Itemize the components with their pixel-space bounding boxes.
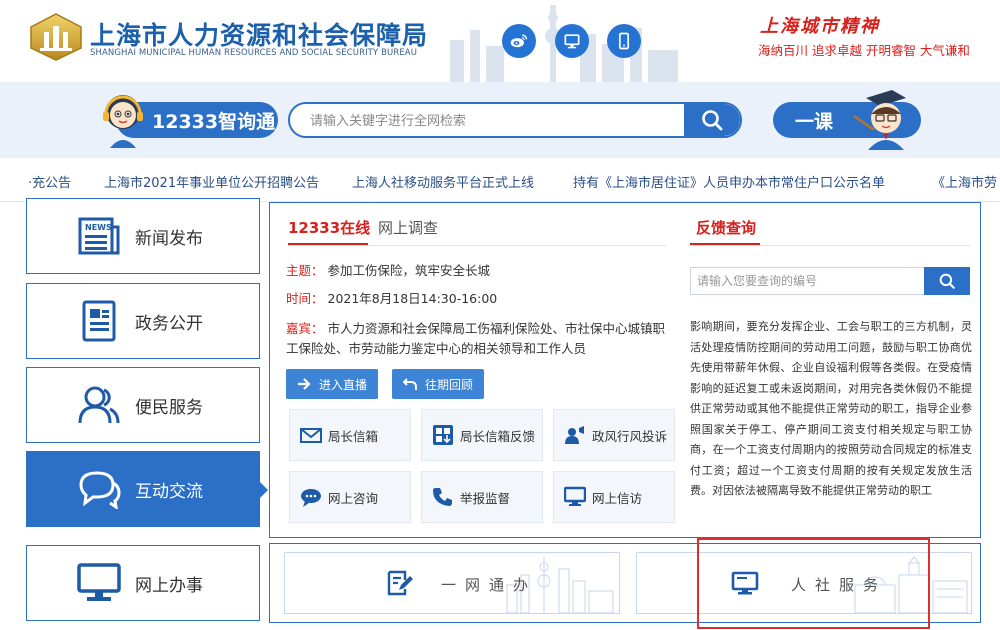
people-icon — [77, 383, 121, 427]
guest-line: 嘉宾： 市人力资源和社会保障局工伤福利保险处、市社保中心城镇职工保险处、市劳动能… — [286, 319, 676, 359]
mobile-icon — [619, 32, 629, 50]
search-icon — [702, 110, 723, 131]
tile-label: 局长信箱反馈 — [460, 428, 536, 444]
ticker-item[interactable]: 持有《上海市居住证》人员申办本市常住户口公示名单 — [573, 172, 885, 191]
topic-line: 主题： 参加工伤保险，筑牢安全长城 — [286, 261, 490, 281]
nav-public-service[interactable]: 便民服务 — [26, 367, 260, 443]
search-band: 12333智询通 一课 — [0, 82, 1000, 158]
ticker-item[interactable]: ·充公告 — [28, 172, 71, 191]
phone-icon — [433, 488, 452, 506]
time-line: 时间： 2021年8月18日14:30-16:00 — [286, 289, 497, 309]
director-mailbox-tile[interactable]: 局长信箱 — [289, 409, 411, 461]
site-header: 上海市人力资源和社会保障局 SHANGHAI MUNICIPAL HUMAN R… — [0, 0, 1000, 82]
interaction-panel: 12333在线 网上调查 主题： 参加工伤保险，筑牢安全长城 时间： 2021年… — [269, 202, 981, 538]
nav-label: 互动交流 — [135, 481, 203, 502]
edit-document-icon — [387, 570, 413, 596]
site-subtitle: SHANGHAI MUNICIPAL HUMAN RESOURCES AND S… — [90, 48, 418, 58]
feedback-icon — [433, 425, 453, 445]
online-consult-tile[interactable]: 网上咨询 — [289, 471, 411, 523]
newspaper-icon: NEWS — [77, 214, 121, 258]
nav-online-office[interactable]: 网上办事 — [26, 545, 260, 621]
tab-divider — [288, 245, 666, 246]
report-supervision-tile[interactable]: 举报监督 — [421, 471, 543, 523]
ticker-item[interactable]: 上海市2021年事业单位公开招聘公告 — [104, 172, 319, 191]
monitor-icon — [77, 561, 121, 605]
desktop-button[interactable] — [555, 24, 589, 58]
site-title[interactable]: 上海市人力资源和社会保障局 — [90, 16, 428, 52]
topic-key: 主题： — [286, 263, 324, 278]
topic-value: 参加工伤保险，筑牢安全长城 — [327, 263, 491, 278]
service-mascot-icon — [103, 95, 143, 148]
tile-label: 局长信箱 — [328, 428, 379, 444]
skyline-decoration — [506, 557, 614, 613]
guest-key: 嘉宾： — [286, 321, 324, 336]
nav-label: 便民服务 — [135, 397, 203, 418]
city-spirit-title: 上海城市精神 — [760, 16, 880, 37]
tile-label: 举报监督 — [460, 490, 511, 506]
feedback-search-button[interactable] — [924, 267, 970, 295]
bund-building-decoration — [854, 556, 968, 613]
guest-value: 市人力资源和社会保障局工伤福利保险处、市社保中心城镇职工保险处、市劳动能力鉴定中… — [286, 321, 666, 356]
teacher-mascot-icon — [853, 90, 906, 150]
nav-label: 网上办事 — [135, 575, 203, 596]
tile-label: 网上咨询 — [328, 490, 379, 506]
feedback-divider — [690, 245, 970, 246]
tile-label: 网上信访 — [592, 490, 643, 506]
nav-government-affairs[interactable]: 政务公开 — [26, 283, 260, 359]
document-icon — [77, 299, 121, 343]
nav-label: 新闻发布 — [135, 228, 203, 249]
nav-news-release[interactable]: NEWS 新闻发布 — [26, 198, 260, 274]
enter-live-button[interactable]: 进入直播 — [286, 369, 378, 399]
ticker-item[interactable]: 《上海市劳 — [932, 172, 997, 191]
nav-label: 政务公开 — [135, 313, 203, 334]
bureau-logo[interactable] — [28, 12, 84, 62]
time-value: 2021年8月18日14:30-16:00 — [327, 291, 498, 306]
consult-icon — [301, 489, 321, 507]
site-search-box — [288, 102, 742, 138]
mail-icon — [300, 428, 322, 443]
feedback-query-title: 反馈查询 — [696, 219, 757, 237]
tab-12333-online[interactable]: 12333在线 — [288, 217, 370, 238]
one-network-entry[interactable]: 一网通办 — [284, 552, 620, 614]
feedback-search-box — [690, 267, 970, 295]
monitor-icon — [564, 486, 586, 506]
feedback-code-input[interactable] — [691, 268, 925, 294]
hr-service-entry[interactable]: 人社服务 — [636, 552, 972, 614]
ticker-item[interactable]: 上海人社移动服务平台正式上线 — [352, 172, 534, 191]
site-search-button[interactable] — [684, 104, 740, 136]
feedback-scroll-text: 影响期间，要充分发挥企业、工会与职工的三方机制，灵活处理疫情防控期间的劳动用工问… — [690, 320, 972, 497]
site-search-input[interactable] — [290, 104, 685, 136]
complaint-icon — [565, 426, 584, 444]
complaint-tile[interactable]: 政风行风投诉 — [553, 409, 675, 461]
tab-online-survey[interactable]: 网上调查 — [378, 217, 438, 238]
weibo-icon — [510, 34, 528, 48]
nav-active-arrow — [259, 481, 268, 499]
tile-label: 政风行风投诉 — [592, 428, 668, 444]
past-review-label: 往期回顾 — [424, 377, 473, 392]
mobile-button[interactable] — [607, 24, 641, 58]
weibo-button[interactable] — [502, 24, 536, 58]
time-key: 时间： — [286, 291, 324, 306]
city-spirit-slogan: 海纳百川 追求卓越 开明睿智 大气谦和 — [758, 43, 970, 58]
online-petition-tile[interactable]: 网上信访 — [553, 471, 675, 523]
return-arrow-icon — [402, 378, 417, 390]
service-entry-box: 一网通办 人社服务 — [269, 543, 981, 623]
news-ticker: ·充公告 上海市2021年事业单位公开招聘公告 上海人社移动服务平台正式上线 持… — [0, 158, 1000, 202]
desktop-icon — [564, 34, 580, 49]
svg-text:NEWS: NEWS — [85, 223, 112, 232]
search-icon — [939, 273, 955, 289]
monitor-icon — [731, 571, 759, 595]
past-review-button[interactable]: 往期回顾 — [392, 369, 484, 399]
enter-live-label: 进入直播 — [318, 377, 367, 392]
nav-interaction[interactable]: 互动交流 — [26, 451, 268, 527]
chat-icon — [77, 467, 121, 511]
arrow-right-icon — [297, 378, 311, 390]
director-mailbox-feedback-tile[interactable]: 局长信箱反馈 — [421, 409, 543, 461]
